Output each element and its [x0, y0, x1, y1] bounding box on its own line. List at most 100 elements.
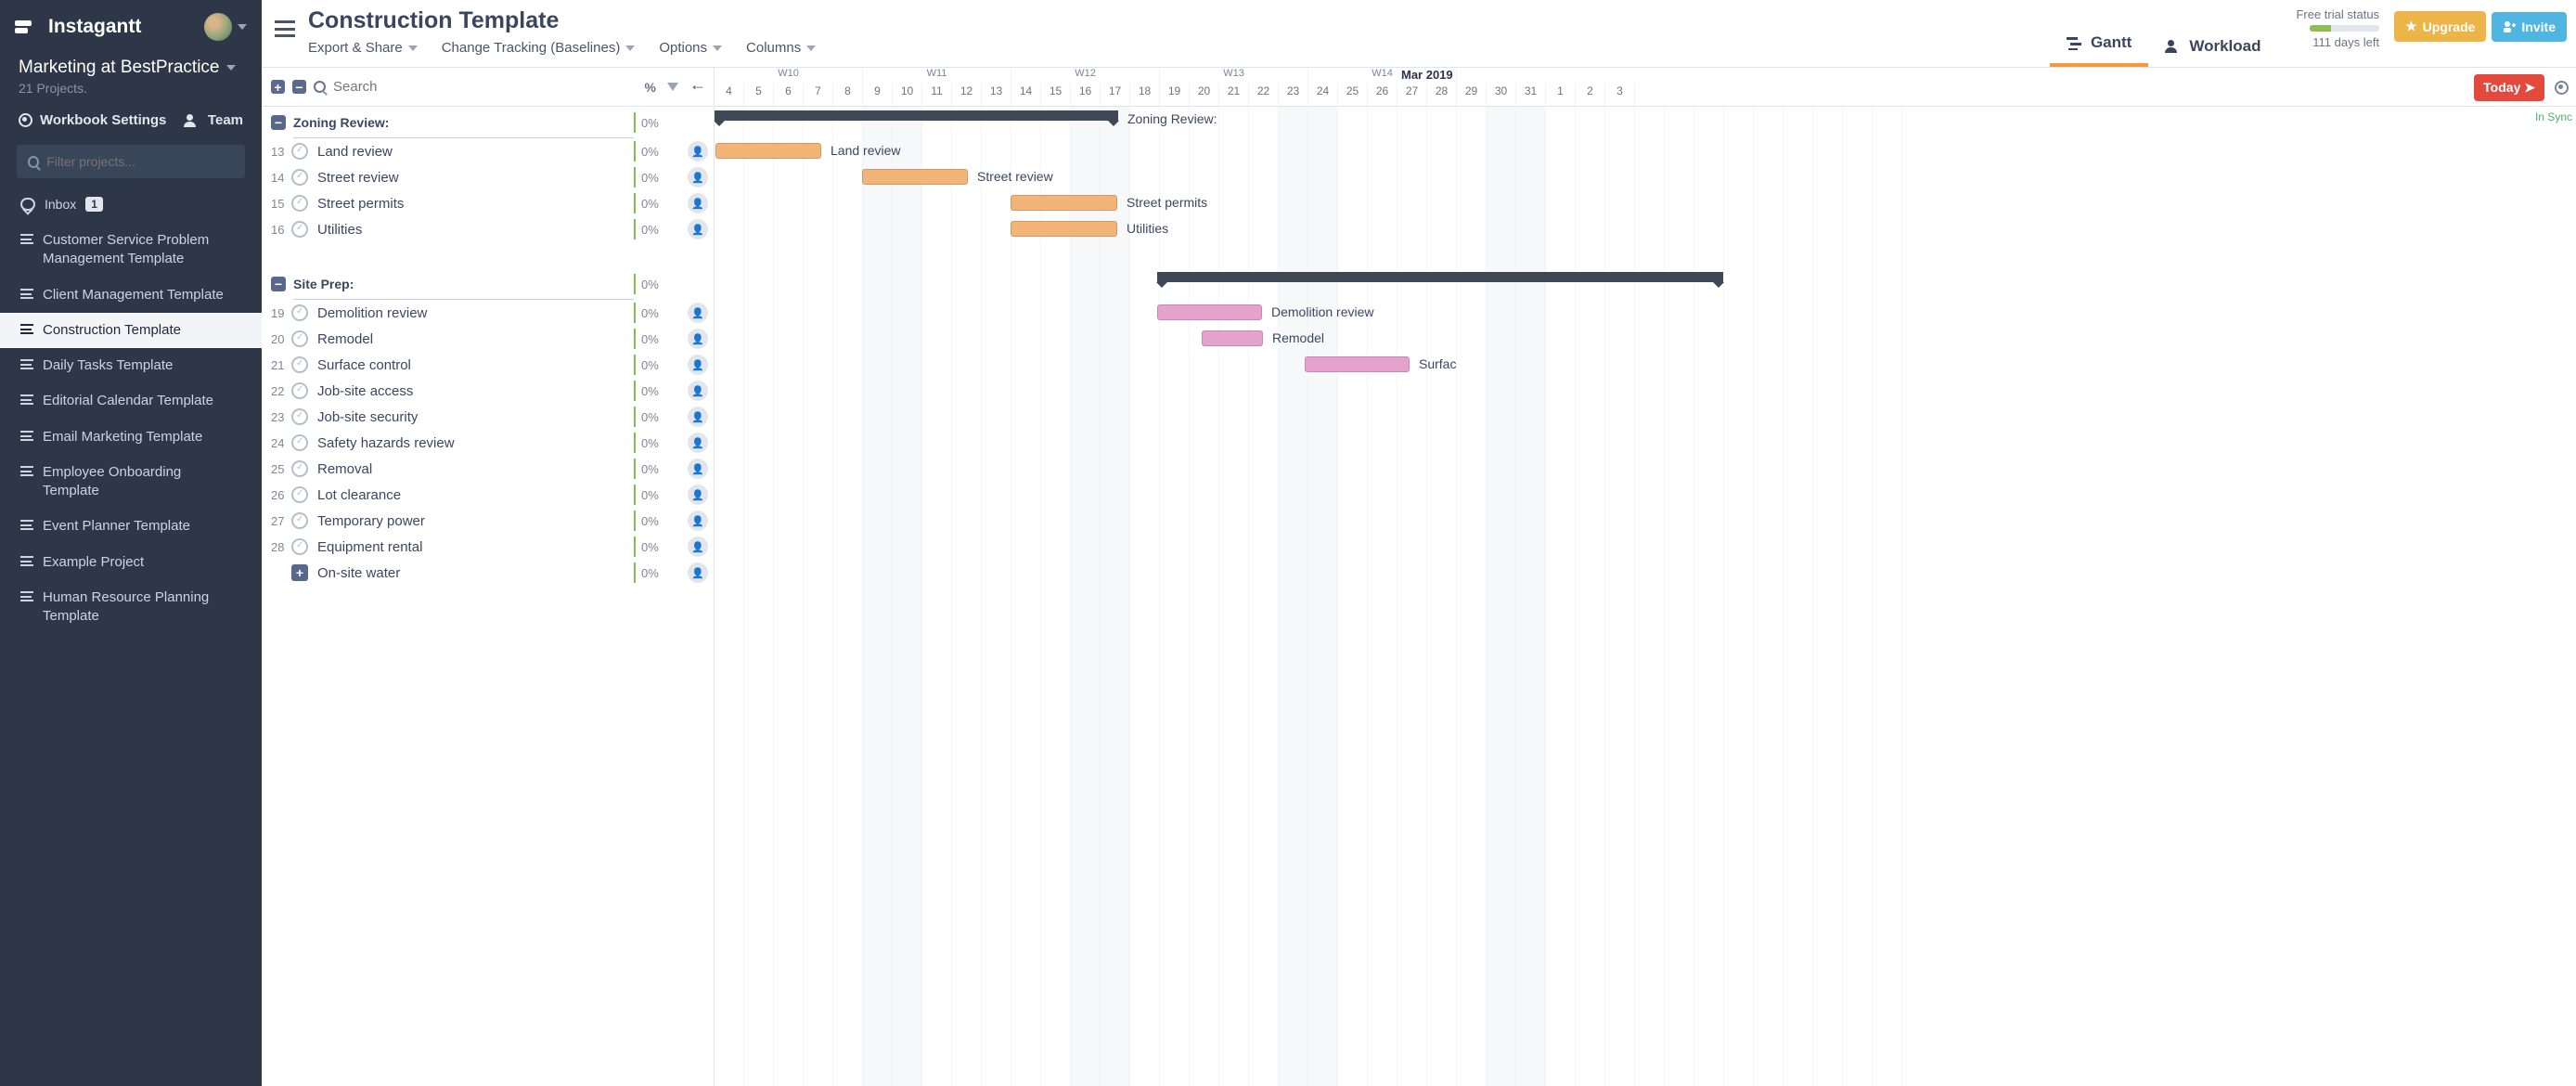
task-row[interactable]: 22Job-site access0%👤 [262, 378, 714, 404]
gantt-bar[interactable] [1157, 304, 1262, 320]
task-row[interactable]: 20Remodel0%👤 [262, 326, 714, 352]
section-row[interactable]: −Zoning Review:0% [262, 107, 714, 138]
task-row[interactable]: 25Removal0%👤 [262, 456, 714, 482]
team-link[interactable]: Team [184, 112, 243, 128]
expand-all-button[interactable]: + [271, 80, 285, 94]
complete-toggle[interactable] [291, 221, 308, 238]
sidebar-item-project[interactable]: Editorial Calendar Template [0, 383, 262, 419]
section-row[interactable]: −Site Prep:0% [262, 268, 714, 300]
assignee-button[interactable]: 👤 [682, 407, 714, 427]
task-row[interactable]: +On-site water0%👤 [262, 560, 714, 586]
assignee-button[interactable]: 👤 [682, 355, 714, 375]
collapse-section-button[interactable]: − [271, 277, 286, 291]
sidebar-item-project[interactable]: Human Resource Planning Template [0, 580, 262, 635]
user-icon: 👤 [688, 433, 708, 453]
sidebar-item-project[interactable]: Daily Tasks Template [0, 348, 262, 383]
topbar-menu-item[interactable]: Export & Share [308, 40, 418, 56]
gantt-bar[interactable] [1011, 195, 1117, 211]
sidebar-item-project[interactable]: Construction Template [0, 313, 262, 348]
user-menu[interactable] [204, 13, 247, 41]
complete-toggle[interactable] [291, 382, 308, 399]
gantt-bar[interactable] [1011, 221, 1117, 237]
assignee-button[interactable]: 👤 [682, 433, 714, 453]
sidebar-toggle-button[interactable] [275, 20, 295, 37]
assignee-button[interactable]: 👤 [682, 219, 714, 239]
collapse-section-button[interactable]: − [271, 115, 286, 130]
sidebar-item-project[interactable]: Employee Onboarding Template [0, 455, 262, 510]
tab-workload[interactable]: Workload [2148, 28, 2277, 67]
timeline-settings-button[interactable] [2555, 81, 2569, 97]
workspace-selector[interactable]: Marketing at BestPractice [19, 58, 243, 78]
tab-gantt[interactable]: Gantt [2050, 24, 2148, 67]
complete-toggle[interactable] [291, 434, 308, 451]
assignee-button[interactable]: 👤 [682, 303, 714, 323]
assignee-button[interactable]: 👤 [682, 381, 714, 401]
complete-toggle[interactable] [291, 195, 308, 212]
back-arrow-button[interactable] [689, 80, 704, 95]
assignee-button[interactable]: 👤 [682, 485, 714, 505]
gantt-bar[interactable] [1305, 356, 1410, 372]
today-button[interactable]: Today ➤ [2474, 74, 2544, 101]
filter-icon[interactable] [667, 83, 678, 91]
filter-projects-input-wrapper[interactable] [17, 145, 245, 178]
complete-toggle[interactable] [291, 512, 308, 529]
complete-toggle[interactable] [291, 486, 308, 503]
complete-toggle[interactable] [291, 330, 308, 347]
people-icon [184, 114, 200, 127]
project-name: Email Marketing Template [43, 428, 202, 446]
add-task-button[interactable]: + [291, 564, 308, 581]
task-row[interactable]: 15Street permits0%👤 [262, 190, 714, 216]
gantt-bar[interactable] [1202, 330, 1263, 346]
task-row[interactable]: 28Equipment rental0%👤 [262, 534, 714, 560]
topbar-menu-item[interactable]: Options [659, 40, 722, 56]
inbox-link[interactable]: Inbox 1 [0, 187, 262, 221]
task-row[interactable]: 16Utilities0%👤 [262, 216, 714, 242]
topbar-menu-item[interactable]: Columns [746, 40, 816, 56]
task-row[interactable]: 24Safety hazards review0%👤 [262, 430, 714, 456]
timeline-day-label: 13 [982, 83, 1011, 107]
sidebar-item-project[interactable]: Client Management Template [0, 278, 262, 313]
sidebar-item-project[interactable]: Event Planner Template [0, 509, 262, 544]
complete-toggle[interactable] [291, 143, 308, 160]
complete-toggle[interactable] [291, 169, 308, 186]
gantt-section-bar[interactable] [715, 110, 1118, 121]
assignee-button[interactable]: 👤 [682, 511, 714, 531]
collapse-all-button[interactable]: − [292, 80, 306, 94]
upgrade-button[interactable]: ★ Upgrade [2394, 11, 2486, 42]
task-row[interactable]: 19Demolition review0%👤 [262, 300, 714, 326]
workbook-settings-link[interactable]: Workbook Settings [19, 112, 166, 128]
sidebar-item-project[interactable]: Email Marketing Template [0, 420, 262, 455]
sidebar-item-project[interactable]: Customer Service Problem Management Temp… [0, 223, 262, 278]
assignee-button[interactable]: 👤 [682, 141, 714, 162]
timeline-day-label: 14 [1011, 83, 1041, 107]
percent-toggle[interactable]: % [645, 80, 656, 95]
topbar-menu-item[interactable]: Change Tracking (Baselines) [442, 40, 636, 56]
assignee-button[interactable]: 👤 [682, 167, 714, 187]
assignee-button[interactable]: 👤 [682, 459, 714, 479]
assignee-button[interactable]: 👤 [682, 562, 714, 583]
task-row[interactable]: 13Land review0%👤 [262, 138, 714, 164]
assignee-button[interactable]: 👤 [682, 193, 714, 213]
assignee-button[interactable]: 👤 [682, 537, 714, 557]
gantt-section-bar[interactable] [1157, 272, 1723, 282]
sidebar-item-project[interactable]: Example Project [0, 545, 262, 580]
complete-toggle[interactable] [291, 460, 308, 477]
task-row[interactable]: 27Temporary power0%👤 [262, 508, 714, 534]
complete-toggle[interactable] [291, 538, 308, 555]
invite-button[interactable]: Invite [2492, 12, 2567, 42]
task-number: 14 [271, 171, 291, 185]
complete-toggle[interactable] [291, 356, 308, 373]
task-row[interactable]: 21Surface control0%👤 [262, 352, 714, 378]
complete-toggle[interactable] [291, 304, 308, 321]
complete-toggle[interactable] [291, 408, 308, 425]
search-tasks-input[interactable] [333, 79, 638, 95]
task-row[interactable]: 23Job-site security0%👤 [262, 404, 714, 430]
gantt-bar[interactable] [862, 169, 968, 185]
gantt-bar[interactable] [715, 143, 821, 159]
task-row[interactable]: 26Lot clearance0%👤 [262, 482, 714, 508]
task-row[interactable]: 14Street review0%👤 [262, 164, 714, 190]
task-number: 26 [271, 488, 291, 502]
filter-projects-input[interactable] [46, 154, 234, 169]
task-name: Job-site security [317, 409, 634, 425]
assignee-button[interactable]: 👤 [682, 329, 714, 349]
